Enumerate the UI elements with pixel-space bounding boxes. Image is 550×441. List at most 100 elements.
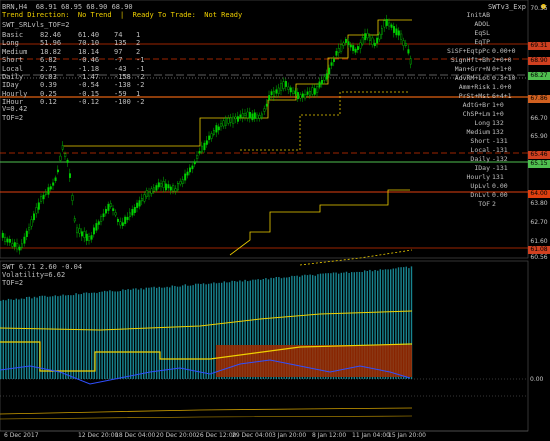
status-label: PrSt+Mst: [458, 92, 490, 100]
candle: [140, 198, 143, 202]
histogram-bar: [59, 295, 62, 379]
candle: [186, 171, 189, 176]
histogram-bar: [148, 287, 150, 379]
candle: [193, 161, 196, 165]
stats-cell: 51.96: [40, 39, 62, 48]
histogram-bar: [85, 292, 88, 379]
candle: [37, 202, 40, 210]
candle: [261, 113, 264, 118]
candle: [126, 216, 129, 220]
stats-cell: 1: [136, 89, 141, 98]
candle: [28, 227, 31, 231]
price-tag: 61.08: [528, 246, 550, 254]
time-axis-label: 6 Dec 2017: [4, 432, 39, 439]
candle: [25, 230, 28, 238]
candle: [328, 67, 331, 75]
status-value: 1+0: [492, 101, 504, 109]
histogram-bar: [44, 295, 46, 379]
swt-title: SWT 6.71 2.60 -0.04: [2, 263, 83, 271]
status-value: 0.00: [492, 191, 508, 199]
expert-title[interactable]: SWTv3_Exp: [488, 3, 526, 11]
histogram-bar: [62, 294, 64, 379]
histogram-bar: [130, 289, 132, 379]
price-tag: 66.70: [530, 115, 548, 122]
candle: [265, 103, 268, 107]
status-value: 0.00+0: [492, 47, 516, 55]
candle: [116, 218, 119, 222]
candle: [280, 83, 283, 91]
stats-cell: -0.15: [78, 89, 100, 98]
candle: [224, 118, 227, 126]
histogram-bar: [83, 292, 85, 379]
histogram-bar: [135, 288, 137, 379]
candle: [277, 87, 280, 94]
candle: [301, 93, 304, 98]
price-tag: 64.00: [528, 190, 550, 198]
candle: [16, 243, 19, 250]
candle: [131, 209, 134, 216]
candle: [313, 88, 316, 95]
candle: [285, 81, 288, 87]
stats-cell: 61.40: [78, 31, 100, 39]
candle: [59, 155, 62, 161]
stats-cell: -138: [114, 81, 131, 90]
candle: [318, 81, 321, 88]
price-tag: 60.56: [530, 254, 548, 261]
candle: [227, 118, 230, 124]
time-axis-label: 29 Dec 04:00: [232, 432, 273, 439]
histogram-bar: [65, 295, 67, 379]
histogram-bar: [210, 283, 212, 379]
candle: [246, 111, 249, 118]
candle: [52, 182, 55, 186]
histogram-bar: [153, 286, 155, 379]
candle: [357, 46, 360, 50]
stats-cell: 70.10: [78, 39, 100, 48]
stats-cell: 18.14: [78, 47, 100, 56]
candle: [220, 123, 223, 127]
candle: [311, 87, 314, 95]
candle: [47, 187, 50, 195]
price-tag: 67.86: [528, 95, 550, 103]
status-label: TOF: [478, 200, 490, 208]
candle: [6, 238, 9, 243]
price-tag: 65.15: [528, 160, 550, 168]
status-value: -132: [492, 155, 508, 163]
histogram-bar: [179, 286, 181, 379]
candle: [309, 91, 312, 96]
stats-cell: -100: [114, 98, 131, 107]
status-label: Short: [470, 137, 490, 145]
histogram-bar: [171, 285, 173, 379]
histogram-bar: [52, 296, 54, 379]
candle: [181, 179, 184, 184]
stats-cell: -1.18: [78, 64, 100, 73]
candle: [364, 33, 367, 41]
stats-row-label: Short: [2, 56, 24, 65]
candle: [169, 186, 172, 191]
candle: [208, 135, 211, 140]
histogram-bar: [28, 296, 30, 379]
time-axis-label: 18 Dec 04:00: [115, 432, 156, 439]
stats-cell: -1.47: [78, 73, 100, 81]
candle: [33, 213, 36, 221]
candle: [222, 120, 225, 127]
status-label: Hourly: [466, 173, 490, 181]
stats-cell: -1: [136, 56, 145, 65]
histogram-bar: [101, 291, 103, 379]
indicator-panel-title: SWT_SRLvls_TOF=2: [2, 21, 70, 29]
histogram-bar: [176, 286, 179, 379]
candle: [121, 222, 124, 226]
histogram-bar: [114, 291, 116, 379]
candle: [68, 173, 71, 178]
status-value: 0.3+10: [492, 74, 516, 82]
histogram-bar: [13, 299, 15, 379]
candle: [349, 44, 352, 48]
histogram-bar: [189, 285, 192, 379]
histogram-bar: [78, 294, 80, 379]
candle: [148, 192, 151, 197]
status-value: -131: [492, 137, 508, 145]
stats-cell: 97: [114, 47, 123, 56]
candle: [76, 227, 79, 234]
candle: [354, 48, 357, 53]
candle: [345, 39, 348, 43]
candle: [273, 90, 276, 97]
